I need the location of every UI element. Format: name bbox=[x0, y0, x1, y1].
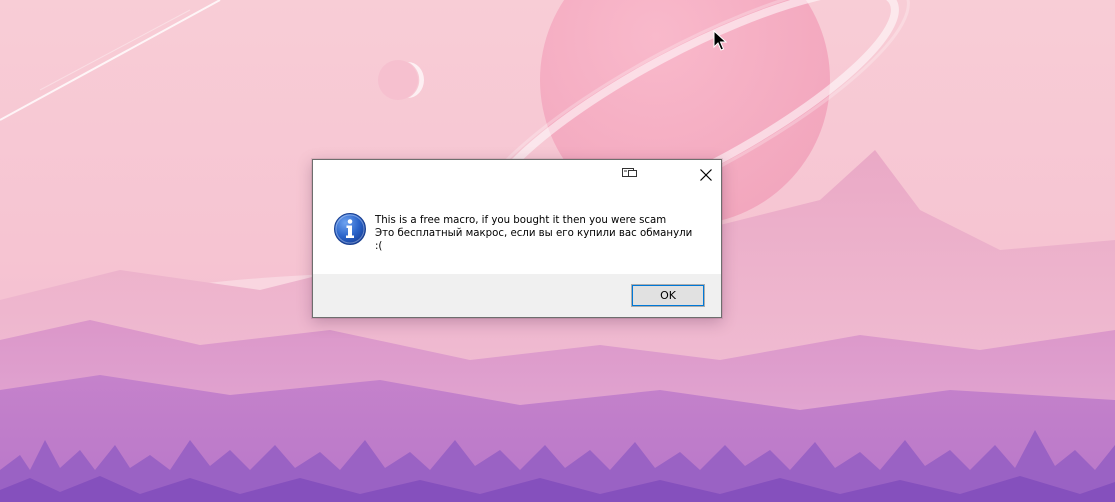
message-box-dialog: This is a free macro, if you bought it t… bbox=[312, 159, 722, 318]
close-button[interactable] bbox=[693, 163, 719, 187]
dialog-titlebar[interactable] bbox=[313, 160, 721, 190]
ok-button[interactable]: OK bbox=[631, 284, 705, 307]
mouse-cursor-icon bbox=[713, 30, 727, 51]
close-icon bbox=[700, 169, 712, 181]
restore-window-icon bbox=[622, 168, 637, 177]
message-line-emoticon: :( bbox=[375, 241, 383, 252]
dialog-button-bar: OK bbox=[313, 274, 721, 317]
info-icon bbox=[334, 213, 366, 245]
desktop[interactable]: This is a free macro, if you bought it t… bbox=[0, 0, 1115, 502]
message-line-russian: Это бесплатный макрос, если вы его купил… bbox=[375, 228, 693, 239]
dialog-message: This is a free macro, if you bought it t… bbox=[375, 214, 705, 253]
message-line-english: This is a free macro, if you bought it t… bbox=[375, 215, 667, 226]
